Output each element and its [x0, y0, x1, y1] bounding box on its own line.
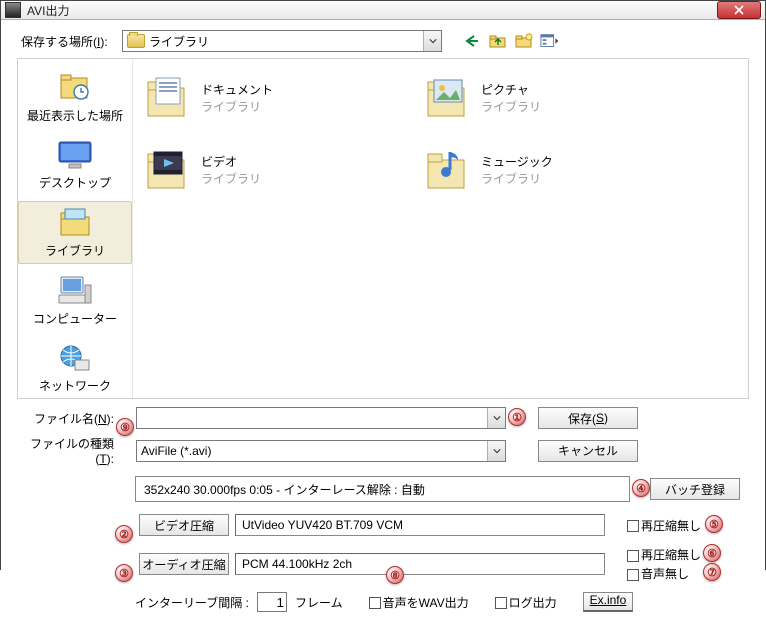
computer-icon [55, 274, 95, 308]
save-button[interactable]: 保存(S) [538, 407, 638, 429]
documents-icon [143, 74, 191, 122]
file-item-documents[interactable]: ドキュメントライブラリ [143, 71, 383, 125]
sidebar-item-recent[interactable]: 最近表示した場所 [18, 67, 132, 128]
close-button[interactable] [717, 1, 761, 19]
view-menu-icon[interactable] [540, 32, 560, 50]
location-combo[interactable]: ライブラリ [122, 30, 442, 52]
titlebar: AVI出力 [1, 1, 765, 20]
interleave-input[interactable] [257, 592, 287, 612]
network-icon [55, 341, 95, 375]
interleave-unit: フレーム [295, 594, 343, 611]
audio-codec-button[interactable]: オーディオ圧縮 [139, 553, 229, 575]
folder-icon [127, 34, 145, 48]
sidebar-item-libraries[interactable]: ライブラリ [18, 201, 132, 264]
desktop-icon [55, 138, 95, 172]
location-label: 保存する場所(I): [17, 33, 122, 50]
chevron-down-icon[interactable] [487, 441, 505, 461]
sidebar-item-desktop[interactable]: デスクトップ [18, 134, 132, 195]
chevron-down-icon[interactable] [487, 408, 505, 428]
window-title: AVI出力 [27, 2, 717, 19]
new-folder-icon[interactable] [514, 32, 534, 50]
batch-button[interactable]: バッチ登録 [650, 478, 740, 500]
annotation-5: ⑤ [705, 515, 723, 533]
interleave-label: インターリーブ間隔 : [135, 594, 249, 611]
places-sidebar: 最近表示した場所 デスクトップ ライブラリ コンピューター ネットワーク [18, 59, 133, 398]
chevron-down-icon[interactable] [423, 31, 441, 51]
videos-icon [143, 146, 191, 194]
filetype-combo[interactable]: AviFile (*.avi) [136, 440, 506, 462]
annotation-3: ③ [115, 564, 133, 582]
audio-codec-value: PCM 44.100kHz 2ch ⑧ [235, 553, 605, 575]
back-icon[interactable] [462, 32, 482, 50]
pictures-icon [423, 74, 471, 122]
annotation-2: ② [115, 525, 133, 543]
log-output-checkbox[interactable]: ログ出力 [495, 594, 557, 611]
annotation-7: ⑦ [703, 563, 721, 581]
file-pane[interactable]: ドキュメントライブラリ ピクチャライブラリ ビデオライブラリ ミュージックライブ… [133, 59, 748, 398]
file-item-videos[interactable]: ビデオライブラリ [143, 143, 383, 197]
info-box: 352x240 30.000fps 0:05 - インターレース解除 : 自動 [135, 476, 630, 502]
annotation-6: ⑥ [703, 544, 721, 562]
filename-label: ファイル名(N): [17, 410, 122, 427]
app-icon [5, 2, 21, 18]
sidebar-item-network[interactable]: ネットワーク [18, 337, 132, 398]
libraries-icon [55, 206, 95, 240]
music-icon [423, 146, 471, 194]
annotation-1: ① [508, 408, 526, 426]
no-audio-checkbox[interactable]: 音声無し⑦ [627, 565, 701, 582]
exinfo-button[interactable]: Ex.info [583, 592, 634, 612]
annotation-4: ④ [632, 479, 650, 497]
video-codec-value: UtVideo YUV420 BT.709 VCM [235, 514, 605, 536]
file-item-music[interactable]: ミュージックライブラリ [423, 143, 663, 197]
filetype-label: ファイルの種類(T): [17, 435, 122, 466]
wav-output-checkbox[interactable]: 音声をWAV出力 [369, 594, 469, 611]
recent-icon [55, 71, 95, 105]
video-codec-button[interactable]: ビデオ圧縮 [139, 514, 229, 536]
cancel-button[interactable]: キャンセル [538, 440, 638, 462]
annotation-8: ⑧ [386, 566, 404, 584]
up-folder-icon[interactable] [488, 32, 508, 50]
recompress-audio-checkbox[interactable]: 再圧縮無し⑥ [627, 546, 701, 563]
recompress-video-checkbox[interactable]: 再圧縮無し [627, 517, 701, 534]
filename-input[interactable] [136, 407, 506, 429]
file-item-pictures[interactable]: ピクチャライブラリ [423, 71, 663, 125]
location-value: ライブラリ [149, 33, 423, 50]
sidebar-item-computer[interactable]: コンピューター [18, 270, 132, 331]
